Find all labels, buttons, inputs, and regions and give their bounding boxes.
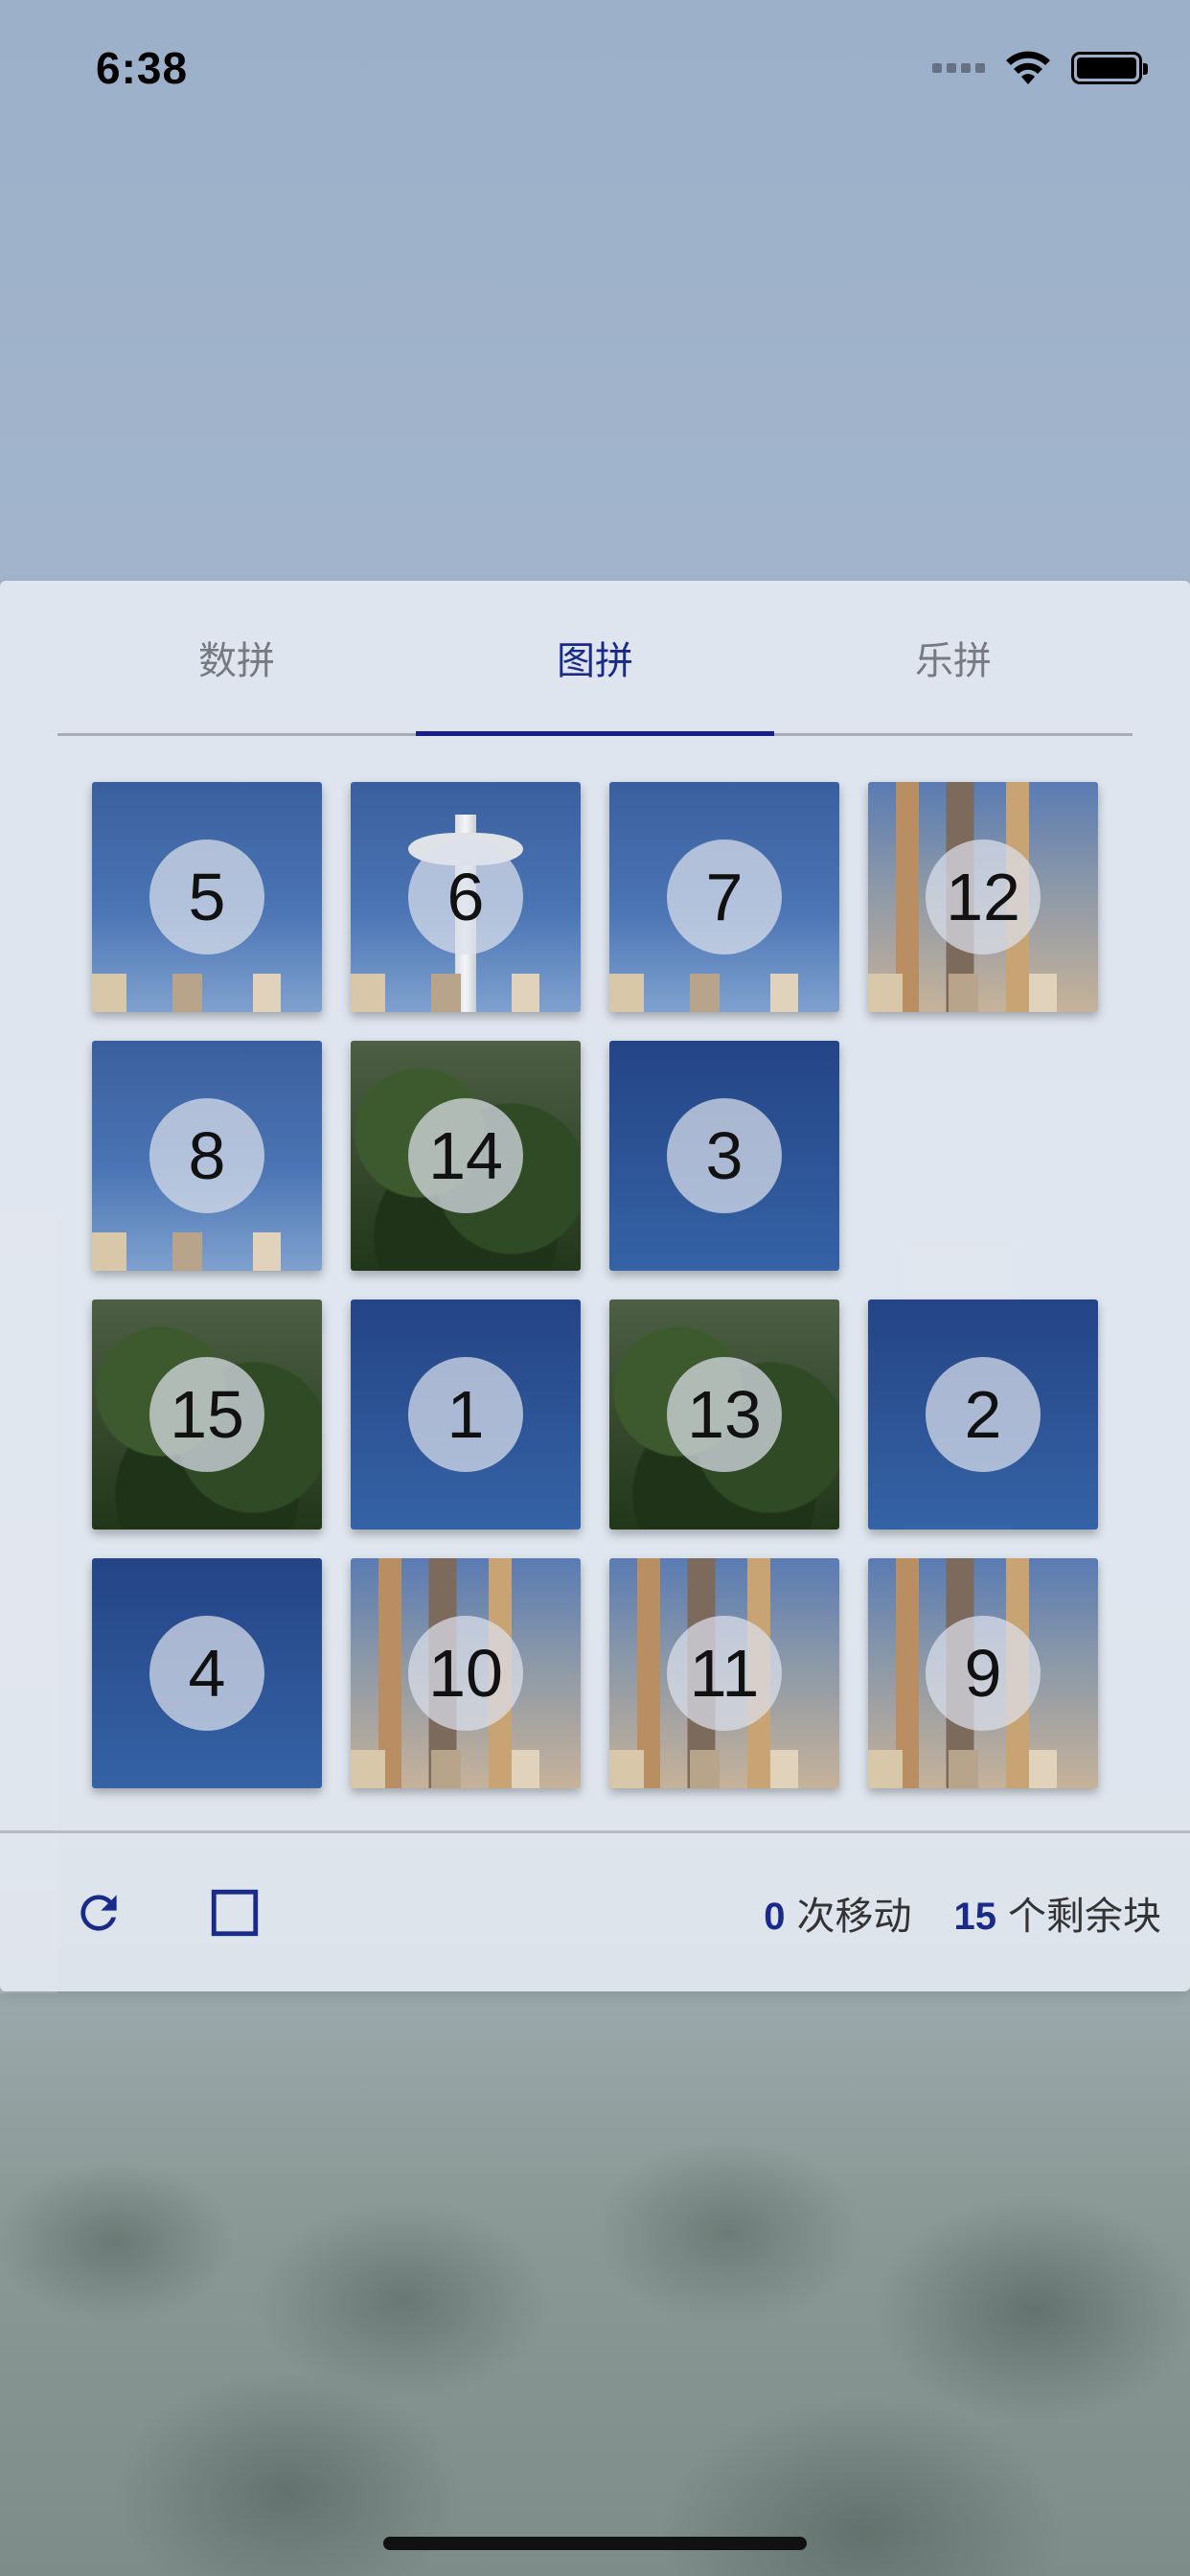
remaining-count: 15: [953, 1895, 997, 1938]
remaining-label: 个剩余块: [1008, 1895, 1161, 1938]
moves-label: 次移动: [796, 1895, 912, 1938]
puzzle-tile[interactable]: 2: [868, 1300, 1098, 1530]
cellular-signal-icon: [932, 63, 985, 73]
puzzle-panel: 数拼 图拼 乐拼 5 6 7 12 8 14 3 15 1 13 2 4 10 11 9 0 次移动 15 个剩…: [0, 581, 1190, 1991]
skyline-art: [609, 1750, 839, 1788]
stop-button[interactable]: [201, 1879, 268, 1946]
moves-count: 0: [764, 1895, 786, 1938]
tile-number: 9: [926, 1616, 1041, 1731]
status-icons: [932, 50, 1148, 86]
puzzle-tile[interactable]: 8: [92, 1041, 322, 1271]
skyline-art: [351, 974, 581, 1012]
tile-number: 5: [149, 840, 264, 954]
puzzle-tile[interactable]: 10: [351, 1558, 581, 1788]
skyline-art: [92, 1232, 322, 1271]
puzzle-tile[interactable]: 9: [868, 1558, 1098, 1788]
moves-stat: 0 次移动: [764, 1885, 911, 1941]
skyline-art: [868, 1750, 1098, 1788]
skyline-art: [92, 974, 322, 1012]
game-stats: 0 次移动 15 个剩余块: [764, 1885, 1161, 1941]
puzzle-tile[interactable]: 11: [609, 1558, 839, 1788]
status-time: 6:38: [96, 43, 189, 93]
tab-number-puzzle[interactable]: 数拼: [57, 581, 416, 733]
puzzle-tile[interactable]: 6: [351, 782, 581, 1012]
tile-number: 13: [667, 1357, 782, 1472]
tile-number: 6: [408, 840, 523, 954]
tile-number: 11: [667, 1616, 782, 1731]
tile-number: 1: [408, 1357, 523, 1472]
square-icon: [211, 1889, 259, 1936]
refresh-button[interactable]: [65, 1879, 132, 1946]
remaining-stat: 15 个剩余块: [954, 1885, 1162, 1941]
battery-icon: [1071, 52, 1148, 84]
refresh-icon: [80, 1894, 117, 1931]
tab-music-puzzle[interactable]: 乐拼: [774, 581, 1133, 733]
puzzle-tile[interactable]: 7: [609, 782, 839, 1012]
skyline-art: [609, 974, 839, 1012]
puzzle-tile[interactable]: 14: [351, 1041, 581, 1271]
home-indicator: [383, 2537, 807, 2550]
puzzle-tile[interactable]: 4: [92, 1558, 322, 1788]
wifi-icon: [1006, 51, 1050, 84]
puzzle-tile[interactable]: 1: [351, 1300, 581, 1530]
tab-bar: 数拼 图拼 乐拼: [57, 581, 1133, 736]
puzzle-tile[interactable]: 3: [609, 1041, 839, 1271]
skyline-art: [868, 974, 1098, 1012]
tab-image-puzzle[interactable]: 图拼: [416, 581, 774, 736]
tile-number: 15: [149, 1357, 264, 1472]
puzzle-tile[interactable]: 12: [868, 782, 1098, 1012]
puzzle-tile[interactable]: 15: [92, 1300, 322, 1530]
bottom-toolbar: 0 次移动 15 个剩余块: [0, 1830, 1190, 1991]
tile-number: 3: [667, 1098, 782, 1213]
tile-number: 2: [926, 1357, 1041, 1472]
puzzle-tile[interactable]: 13: [609, 1300, 839, 1530]
background-trees: [0, 1993, 1190, 2576]
tile-number: 4: [149, 1616, 264, 1731]
puzzle-tile[interactable]: 5: [92, 782, 322, 1012]
puzzle-board: 5 6 7 12 8 14 3 15 1 13 2 4 10 11 9: [92, 782, 1098, 1788]
tile-number: 8: [149, 1098, 264, 1213]
tile-number: 12: [926, 840, 1041, 954]
tile-number: 7: [667, 840, 782, 954]
tile-number: 10: [408, 1616, 523, 1731]
tile-number: 14: [408, 1098, 523, 1213]
skyline-art: [351, 1750, 581, 1788]
